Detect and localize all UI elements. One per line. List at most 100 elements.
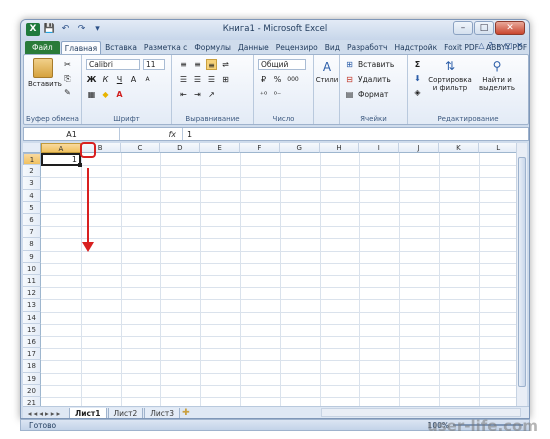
wrap-text-icon[interactable]: ⇌ [220, 59, 231, 70]
fill-icon[interactable]: ⬇ [412, 73, 423, 84]
tab-2[interactable]: Вставка [102, 41, 140, 54]
row-header-21[interactable]: 21 [23, 397, 41, 406]
copy-icon[interactable]: ⎘ [62, 73, 73, 84]
name-box[interactable]: A1 [24, 128, 120, 140]
sheet-tab-3[interactable]: Лист3 [144, 407, 181, 418]
row-header-12[interactable]: 12 [23, 287, 41, 300]
font-color-icon[interactable]: A [114, 89, 125, 100]
row-header-2[interactable]: 2 [23, 165, 41, 178]
row-header-11[interactable]: 11 [23, 275, 41, 288]
row-header-10[interactable]: 10 [23, 262, 41, 275]
tab-8[interactable]: Разработч [344, 41, 390, 54]
format-cells-button[interactable]: ▤ Формат [344, 89, 389, 100]
active-cell-A1[interactable]: 1 [41, 153, 81, 166]
align-right-icon[interactable]: ☰ [206, 74, 217, 85]
font-name-select[interactable]: Calibri [86, 59, 140, 70]
autosum-button[interactable]: Σ [412, 59, 423, 70]
help-icon[interactable]: ? [488, 41, 492, 50]
new-sheet-icon[interactable]: ✚ [182, 408, 190, 418]
formula-input[interactable]: 1 [182, 128, 528, 140]
row-header-5[interactable]: 5 [23, 201, 41, 214]
row-header-3[interactable]: 3 [23, 177, 41, 190]
thousands-button[interactable]: 000 [286, 74, 300, 85]
vertical-scrollbar[interactable] [516, 143, 527, 406]
fill-handle[interactable] [78, 163, 82, 167]
tab-4[interactable]: Формулы [191, 41, 234, 54]
orientation-icon[interactable]: ↗ [206, 89, 217, 100]
row-header-14[interactable]: 14 [23, 311, 41, 324]
tab-5[interactable]: Данные [235, 41, 272, 54]
tab-6[interactable]: Рецензиро [273, 41, 321, 54]
italic-button[interactable]: К [100, 74, 111, 85]
column-header-F[interactable]: F [240, 143, 280, 153]
insert-cells-button[interactable]: ⊞ Вставить [344, 59, 394, 70]
column-header-A[interactable]: A [41, 143, 81, 153]
bold-button[interactable]: Ж [86, 74, 97, 85]
row-header-19[interactable]: 19 [23, 372, 41, 385]
select-all-corner[interactable] [23, 143, 41, 153]
insert-function-icon[interactable]: fx [120, 130, 182, 139]
align-middle-icon[interactable]: ≡ [192, 59, 203, 70]
close-button[interactable]: ✕ [495, 21, 525, 35]
merge-icon[interactable]: ⊞ [220, 74, 231, 85]
row-header-6[interactable]: 6 [23, 214, 41, 227]
tab-9[interactable]: Надстройк [391, 41, 440, 54]
increase-indent-icon[interactable]: ⇥ [192, 89, 203, 100]
decrease-decimal-icon[interactable]: ⁰⁻ [272, 89, 283, 100]
row-header-17[interactable]: 17 [23, 348, 41, 361]
horizontal-scrollbar[interactable] [321, 408, 521, 417]
align-top-icon[interactable]: ≡ [178, 59, 189, 70]
format-painter-icon[interactable]: ✎ [62, 87, 73, 98]
sheet-tab-1[interactable]: Лист1 [69, 407, 107, 418]
percent-button[interactable]: % [272, 74, 283, 85]
row-header-1[interactable]: 1 [23, 153, 41, 166]
tab-0[interactable]: Файл [25, 41, 60, 54]
column-header-L[interactable]: L [478, 143, 519, 153]
tab-3[interactable]: Разметка с [141, 41, 190, 54]
minimize-ribbon-icon[interactable]: △ [478, 41, 484, 50]
column-header-J[interactable]: J [399, 143, 439, 153]
column-header-K[interactable]: K [439, 143, 479, 153]
window-minimize-icon[interactable]: – [497, 41, 501, 50]
borders-icon[interactable]: ▦ [86, 89, 97, 100]
column-header-H[interactable]: H [319, 143, 360, 153]
align-center-icon[interactable]: ☰ [192, 74, 203, 85]
row-header-16[interactable]: 16 [23, 336, 41, 349]
worksheet-grid[interactable]: A B C D E F G H I J K L 1 2 3 4 5 6 7 8 9 10 11 12 13 14 15 16 17 18 1… [23, 143, 519, 406]
row-header-15[interactable]: 15 [23, 323, 41, 336]
increase-decimal-icon[interactable]: ⁺⁰ [258, 89, 269, 100]
grow-font-button[interactable]: A [128, 74, 139, 85]
sheet-tab-2[interactable]: Лист2 [107, 407, 144, 418]
align-bottom-icon[interactable]: ≡ [206, 59, 217, 70]
font-size-select[interactable]: 11 [143, 59, 165, 70]
row-header-20[interactable]: 20 [23, 384, 41, 397]
tab-10[interactable]: Foxit PDF [441, 41, 482, 54]
column-header-G[interactable]: G [279, 143, 320, 153]
minimize-button[interactable]: – [453, 21, 473, 35]
column-header-C[interactable]: C [120, 143, 161, 153]
fill-color-icon[interactable]: ◆ [100, 89, 111, 100]
scroll-thumb[interactable] [518, 157, 526, 387]
maximize-button[interactable]: □ [474, 21, 494, 35]
delete-cells-button[interactable]: ⊟ Удалить [344, 74, 391, 85]
shrink-font-button[interactable]: A [142, 74, 153, 85]
row-header-18[interactable]: 18 [23, 360, 41, 373]
tab-1[interactable]: Главная [60, 41, 102, 54]
row-header-7[interactable]: 7 [23, 226, 41, 239]
clear-icon[interactable]: ◈ [412, 87, 423, 98]
number-format-select[interactable]: Общий [258, 59, 306, 70]
row-header-13[interactable]: 13 [23, 299, 41, 312]
column-header-I[interactable]: I [359, 143, 400, 153]
row-header-8[interactable]: 8 [23, 238, 41, 251]
cut-icon[interactable]: ✂ [62, 59, 73, 70]
align-left-icon[interactable]: ☰ [178, 74, 189, 85]
tab-7[interactable]: Вид [322, 41, 343, 54]
row-header-9[interactable]: 9 [23, 250, 41, 263]
currency-icon[interactable]: ₽ [258, 74, 269, 85]
column-header-E[interactable]: E [200, 143, 240, 153]
underline-button[interactable]: Ч [114, 74, 125, 85]
window-restore-icon[interactable]: ◱ [505, 41, 513, 50]
sheet-nav-icons[interactable]: ◂◂◂▸▸▸ [23, 409, 67, 418]
find-select-button[interactable]: ⚲ Найти и выделить [474, 58, 520, 92]
window-close-icon[interactable]: ✕ [516, 41, 523, 50]
